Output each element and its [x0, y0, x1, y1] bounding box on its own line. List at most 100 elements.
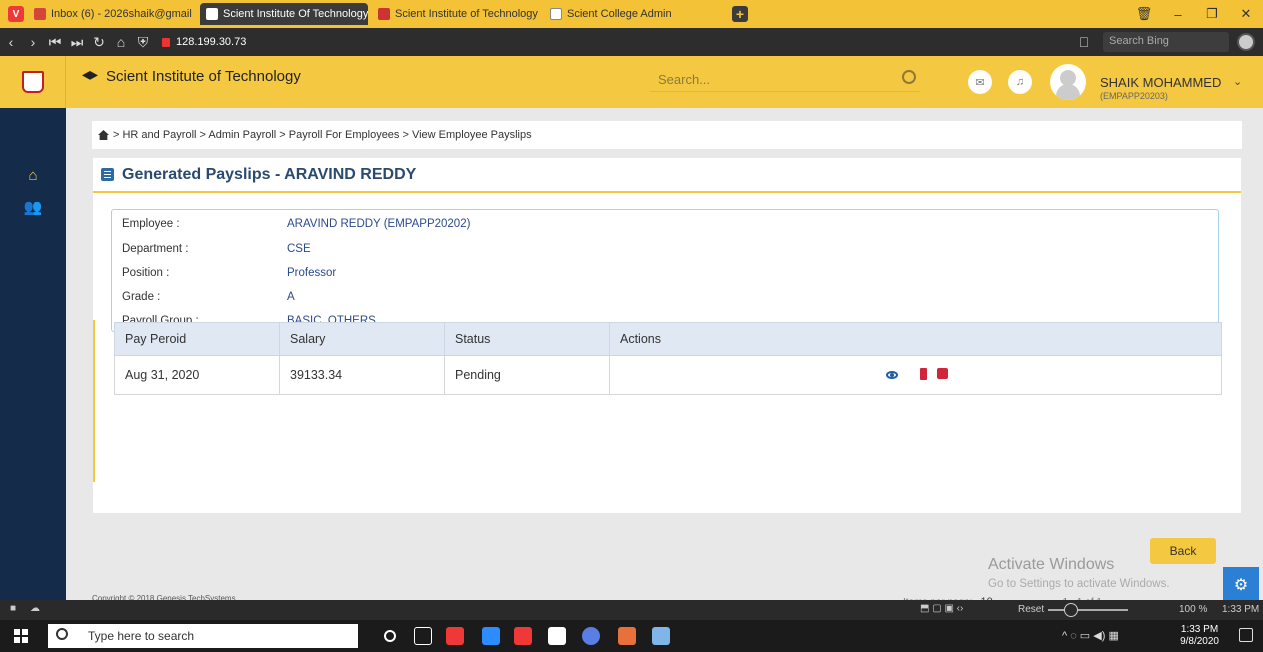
panel-header: Generated Payslips - ARAVIND REDDY [93, 158, 1241, 193]
rewind-icon[interactable]: ⏮ [44, 34, 66, 51]
browser-tab-admin[interactable]: Scient College Admin [544, 3, 712, 25]
settings-gear-icon[interactable]: ⚙ [1223, 567, 1259, 603]
browser-tab-label: Scient Institute of Technology [395, 8, 538, 20]
info-value: A [287, 291, 295, 303]
column-header-period[interactable]: Pay Peroid [114, 322, 280, 356]
windows-start-icon[interactable] [14, 629, 28, 643]
address-bar-right: ⎕ Search Bing [1073, 32, 1255, 52]
status-icons[interactable]: ⬒ ▢ ▣ ‹› [920, 603, 963, 614]
url-field[interactable]: 128.199.30.73 [162, 36, 246, 48]
panel-title: Generated Payslips - ARAVIND REDDY [122, 165, 417, 183]
search-icon[interactable] [902, 70, 916, 84]
fast-forward-icon[interactable]: ⏭ [66, 34, 88, 51]
user-code: (EMPAPP20203) [1100, 91, 1168, 101]
header-search-input[interactable]: Search... [650, 68, 920, 92]
address-bar: ‹ › ⏮ ⏭ ↻ ⌂ ⛨ 128.199.30.73 ⎕ Search Bin… [0, 28, 1263, 56]
browser-tab-label: Scient Institute Of Technology [223, 8, 368, 20]
minimize-button[interactable]: – [1161, 7, 1195, 22]
user-name[interactable]: SHAIK MOHAMMED [1100, 75, 1221, 90]
new-tab-button[interactable]: + [732, 6, 748, 22]
zoom-level: 100 % [1179, 604, 1208, 615]
info-label: Employee : [122, 218, 180, 230]
bing-search-input[interactable]: Search Bing [1103, 32, 1229, 52]
activate-windows-subtitle: Go to Settings to activate Windows. [988, 578, 1170, 590]
site-favicon-icon [378, 8, 390, 20]
taskbar-search-input[interactable]: Type here to search [48, 624, 358, 648]
vivaldi-app-icon[interactable] [446, 627, 464, 645]
shield-icon[interactable]: ⛨ [132, 34, 154, 51]
taskbar-clock[interactable]: 1:33 PM 9/8/2020 [1180, 624, 1219, 648]
info-value: Professor [287, 267, 337, 279]
home-icon[interactable]: ⌂ [110, 34, 132, 50]
zoom-slider-handle[interactable] [1064, 603, 1078, 617]
bookmark-icon[interactable]: ⎕ [1073, 34, 1095, 51]
info-row-grade: Grade : A [122, 291, 295, 303]
forward-arrow-icon[interactable]: › [22, 34, 44, 50]
print-icon[interactable] [937, 368, 948, 379]
app-title-text: Scient Institute of Technology [106, 68, 301, 85]
main-content: > HR and Payroll > Admin Payroll > Payro… [66, 108, 1263, 612]
column-header-actions: Actions [609, 322, 1222, 356]
user-avatar[interactable] [1050, 64, 1086, 100]
url-text: 128.199.30.73 [176, 36, 247, 48]
employee-info-card: Employee : ARAVIND REDDY (EMPAPP20202) D… [111, 209, 1219, 332]
institute-logo[interactable] [0, 56, 66, 108]
panel-toggle-icon[interactable]: ■ [10, 603, 16, 614]
sidebar-home-icon[interactable]: ⌂ [22, 164, 44, 186]
sidebar: ⌂ 👥 [0, 108, 66, 600]
chevron-down-icon[interactable]: ⌄ [1233, 75, 1242, 88]
zoom-reset-label[interactable]: Reset [1018, 604, 1044, 615]
store-app-icon[interactable] [548, 627, 566, 645]
media-app-icon[interactable] [618, 627, 636, 645]
column-header-salary[interactable]: Salary [279, 322, 445, 356]
trash-icon[interactable]: 🗑 [1127, 6, 1161, 22]
back-arrow-icon[interactable]: ‹ [0, 34, 22, 50]
windows-taskbar: Type here to search ^ ◌ ▭ ◀) ▦ 1:33 PM 9… [0, 620, 1263, 652]
task-view-icon[interactable] [414, 627, 432, 645]
column-header-status[interactable]: Status [444, 322, 610, 356]
notification-bell-icon[interactable]: ♫ [1008, 70, 1032, 94]
sidebar-users-icon[interactable]: 👥 [22, 196, 44, 218]
zoom-slider-track[interactable] [1048, 609, 1128, 611]
site-favicon-icon [206, 8, 218, 20]
window-controls: 🗑 – ❐ ✕ [1127, 0, 1263, 28]
info-row-employee: Employee : ARAVIND REDDY (EMPAPP20202) [122, 218, 470, 230]
graduation-cap-icon [82, 71, 98, 80]
browser-logo-icon[interactable]: V [8, 6, 24, 22]
back-button[interactable]: Back [1150, 538, 1216, 564]
table-row: Aug 31, 2020 39133.34 Pending [114, 355, 1222, 395]
taskbar-search-icon [56, 628, 68, 640]
header-search-placeholder: Search... [658, 72, 711, 87]
mail-icon[interactable]: ✉ [968, 70, 992, 94]
cell-actions [609, 355, 1222, 395]
page-icon [550, 8, 562, 20]
zoom-app-icon[interactable] [482, 627, 500, 645]
status-time: 1:33 PM [1222, 604, 1260, 615]
notification-center-icon[interactable] [1239, 628, 1253, 642]
payslips-panel: Generated Payslips - ARAVIND REDDY Emplo… [92, 157, 1242, 612]
cell-status: Pending [444, 355, 610, 395]
notepad-app-icon[interactable] [652, 627, 670, 645]
profile-icon[interactable] [1237, 33, 1255, 51]
cortana-icon[interactable] [384, 630, 396, 642]
activate-windows-title: Activate Windows [988, 556, 1115, 573]
payslip-table-wrap: Pay Peroid Salary Status Actions Aug 31,… [93, 320, 1241, 612]
reload-icon[interactable]: ↻ [88, 34, 110, 51]
restore-button[interactable]: ❐ [1195, 6, 1229, 22]
vivaldi-app-icon-2[interactable] [514, 627, 532, 645]
app-title: Scient Institute of Technology [82, 68, 301, 85]
cloud-sync-icon[interactable]: ☁ [30, 603, 40, 614]
browser-tab-active[interactable]: Scient Institute Of Technology [200, 3, 368, 25]
browser-app-icon[interactable] [582, 627, 600, 645]
info-label: Position : [122, 267, 170, 279]
view-eye-icon[interactable] [886, 371, 898, 379]
breadcrumb-home-icon[interactable] [98, 130, 109, 140]
delete-trash-icon[interactable] [920, 368, 927, 380]
info-row-position: Position : Professor [122, 267, 336, 279]
breadcrumb: > HR and Payroll > Admin Payroll > Payro… [92, 121, 1242, 149]
system-tray-icons[interactable]: ^ ◌ ▭ ◀) ▦ [1062, 629, 1119, 642]
browser-tab-inbox[interactable]: Inbox (6) - 2026shaik@gmail [28, 3, 196, 25]
breadcrumb-text[interactable]: > HR and Payroll > Admin Payroll > Payro… [113, 129, 532, 141]
browser-tab-scient[interactable]: Scient Institute of Technology [372, 3, 540, 25]
close-button[interactable]: ✕ [1229, 6, 1263, 22]
